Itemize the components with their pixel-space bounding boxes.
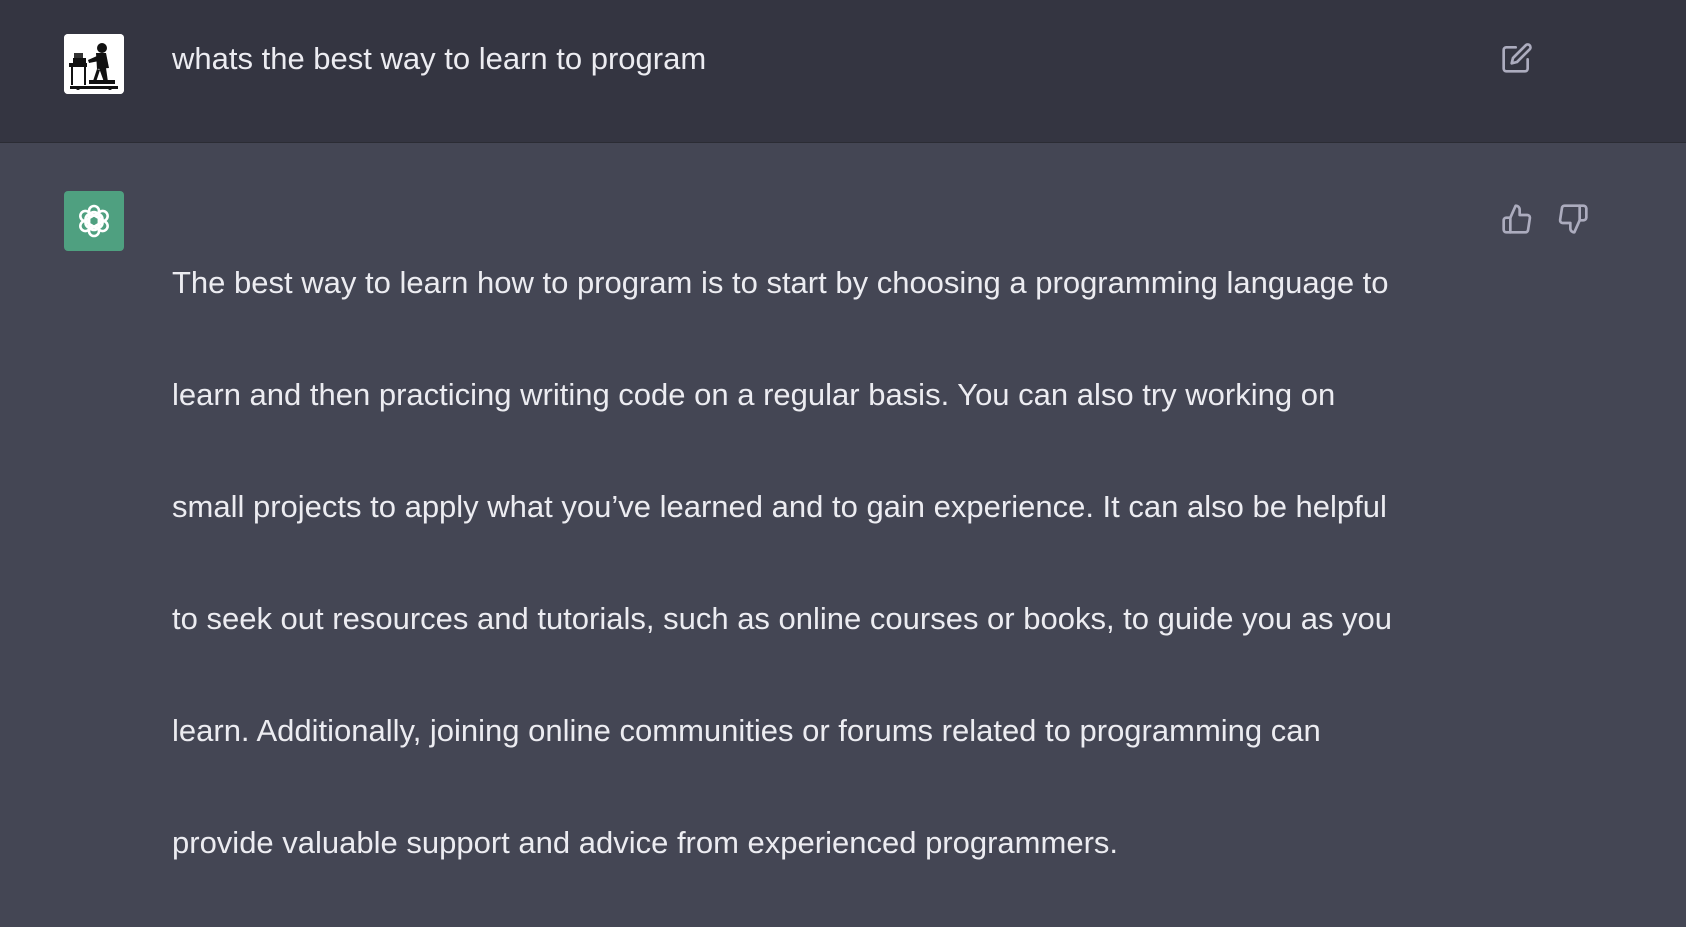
assistant-message-line: learn. Additionally, joining online comm… bbox=[172, 713, 1321, 748]
assistant-message-line: to seek out resources and tutorials, suc… bbox=[172, 601, 1393, 636]
thumbs-down-button[interactable] bbox=[1553, 199, 1593, 239]
assistant-message-text: The best way to learn how to program is … bbox=[172, 199, 1472, 927]
assistant-logo-icon bbox=[79, 204, 109, 238]
assistant-message-line: provide valuable support and advice from… bbox=[172, 825, 1118, 860]
user-message-text: whats the best way to learn to program bbox=[172, 41, 707, 76]
assistant-message-line: small projects to apply what you’ve lear… bbox=[172, 489, 1387, 524]
user-avatar bbox=[64, 34, 124, 94]
edit-icon bbox=[1502, 43, 1532, 73]
user-message-row: whats the best way to learn to program bbox=[0, 0, 1686, 143]
assistant-message-line: The best way to learn how to program is … bbox=[172, 265, 1389, 300]
thumbs-up-icon bbox=[1502, 204, 1532, 234]
thumbs-down-icon bbox=[1558, 204, 1588, 234]
assistant-message-line: learn and then practicing writing code o… bbox=[172, 377, 1336, 412]
edit-message-button[interactable] bbox=[1497, 38, 1537, 78]
assistant-avatar bbox=[64, 191, 124, 251]
user-avatar-image bbox=[64, 34, 124, 94]
assistant-message-row: The best way to learn how to program is … bbox=[0, 143, 1686, 860]
thumbs-up-button[interactable] bbox=[1497, 199, 1537, 239]
